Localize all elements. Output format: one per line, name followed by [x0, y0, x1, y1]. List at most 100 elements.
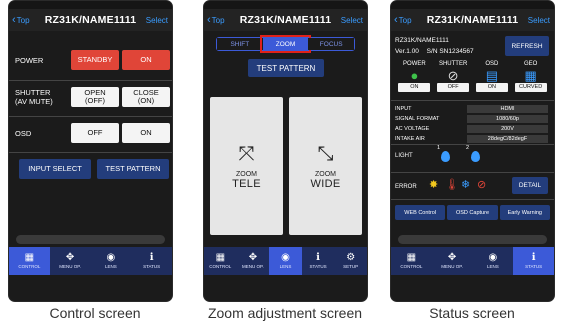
chevron-left-icon: ‹ — [394, 13, 398, 26]
test-pattern-button[interactable]: TEST PATTERN — [248, 59, 324, 77]
geometry-icon: ▦ — [524, 68, 537, 83]
tab-lens[interactable]: ◉ LENS — [269, 247, 302, 275]
chevron-left-icon: ‹ — [207, 13, 211, 26]
tab-label: STATUS — [525, 264, 543, 269]
control-screen-phone: ‹ Top RZ31K/NAME1111 Select POWER STANDB… — [8, 0, 173, 302]
tab-bar: ▦ CONTROL ✥ MENU OP. ◉ LENS ℹ STATUS ⚙ S… — [204, 247, 367, 275]
tab-label: SETUP — [343, 264, 359, 269]
grid-icon: ▦ — [215, 252, 226, 263]
zoom-in-icon: ⤧ — [238, 142, 255, 165]
info-row-signal: SIGNAL FORMAT 1080/60p — [391, 114, 554, 123]
info-value: HDMI — [467, 104, 548, 113]
tab-focus[interactable]: FOCUS — [308, 38, 355, 50]
back-button[interactable]: ‹ Top — [12, 13, 30, 26]
osd-status-value: ON — [475, 83, 508, 92]
light-1-drop-icon — [441, 151, 450, 162]
test-pattern-button[interactable]: TEST PATTERN — [97, 159, 169, 179]
divider — [9, 116, 172, 117]
divider — [391, 100, 554, 101]
dpad-icon: ✥ — [65, 252, 75, 263]
status-body: RZ31K/NAME1111 Ver.1.00 S/N SN1234567 RE… — [391, 31, 554, 275]
back-label: Top — [211, 15, 225, 25]
input-select-button[interactable]: INPUT SELECT — [19, 159, 91, 179]
refresh-button[interactable]: REFRESH — [505, 36, 549, 56]
tab-status[interactable]: ℹ STATUS — [131, 247, 172, 275]
standby-button[interactable]: STANDBY — [71, 50, 119, 70]
osd-off-button[interactable]: OFF — [71, 123, 119, 143]
light-1-number: 1 — [437, 145, 441, 151]
tab-label: CONTROL — [209, 264, 232, 269]
power-status: POWER ● ON — [398, 60, 431, 96]
zoom-tele-button[interactable]: ⤧ ZOOM TELE — [210, 97, 283, 235]
device-name: RZ31K/NAME1111 — [395, 37, 449, 44]
grid-icon: ▦ — [406, 252, 417, 263]
light-2-drop-icon — [471, 151, 480, 162]
tab-label: STATUS — [309, 264, 327, 269]
scroll-indicator[interactable] — [398, 235, 547, 244]
status-indicators: POWER ● ON SHUTTER ⊘ OFF OSD ▤ ON GEO ▦ … — [391, 60, 554, 96]
status-screen-phone: ‹ Top RZ31K/NAME1111 Select RZ31K/NAME11… — [390, 0, 555, 302]
info-value: 1080/60p — [467, 114, 548, 123]
info-key: INPUT — [395, 105, 412, 112]
zoom-wide-button[interactable]: ⤡ ZOOM WIDE — [289, 97, 362, 235]
tab-menu-op[interactable]: ✥ MENU OP. — [50, 247, 91, 275]
tab-shift[interactable]: SHIFT — [217, 38, 263, 50]
shutter-label: SHUTTER (AV MUTE) — [15, 88, 53, 106]
dpad-icon: ✥ — [248, 252, 258, 263]
shutter-status-value: OFF — [437, 83, 470, 92]
caption-control: Control screen — [49, 305, 141, 321]
osd-capture-button[interactable]: OSD Capture — [447, 205, 498, 220]
early-warning-button[interactable]: Early Warning — [499, 205, 550, 220]
zoom-screen-phone: ‹ Top RZ31K/NAME1111 Select SHIFT ZOOM F… — [203, 0, 368, 302]
status-bar — [204, 1, 367, 9]
status-bar — [391, 1, 554, 9]
tab-status[interactable]: ℹ STATUS — [302, 247, 335, 275]
divider — [9, 80, 172, 81]
power-on-button[interactable]: ON — [122, 50, 170, 70]
osd-status-title: OSD — [485, 61, 499, 67]
shutter-status: SHUTTER ⊘ OFF — [437, 60, 470, 96]
osd-on-button[interactable]: ON — [122, 123, 170, 143]
tab-menu-op[interactable]: ✥ MENU OP. — [432, 247, 473, 275]
chevron-left-icon: ‹ — [12, 13, 16, 26]
back-label: Top — [16, 15, 30, 25]
prohibited-icon: ⊘ — [477, 179, 487, 191]
info-key: AC VOLTAGE — [395, 125, 430, 132]
tab-lens[interactable]: ◉ LENS — [473, 247, 514, 275]
light-label: LIGHT — [395, 153, 413, 159]
web-control-button[interactable]: WEB Control — [395, 205, 446, 220]
tab-lens[interactable]: ◉ LENS — [91, 247, 132, 275]
tab-menu-op[interactable]: ✥ MENU OP. — [237, 247, 270, 275]
error-label: ERROR — [395, 184, 417, 190]
shutter-open-button[interactable]: OPEN (OFF) — [71, 87, 119, 107]
info-icon: ℹ — [531, 252, 536, 263]
tab-control[interactable]: ▦ CONTROL — [391, 247, 432, 275]
tab-status[interactable]: ℹ STATUS — [513, 247, 554, 275]
back-button[interactable]: ‹ Top — [394, 13, 412, 26]
divider — [391, 144, 554, 145]
scroll-indicator[interactable] — [16, 235, 165, 244]
select-button[interactable]: Select — [528, 16, 550, 25]
info-icon: ℹ — [316, 252, 320, 263]
tab-label: STATUS — [143, 264, 161, 269]
shutter-close-button[interactable]: CLOSE (ON) — [122, 87, 170, 107]
lens-icon: ◉ — [488, 252, 498, 263]
status-actions: WEB Control OSD Capture Early Warning — [395, 205, 550, 220]
tab-control[interactable]: ▦ CONTROL — [9, 247, 50, 275]
tab-control[interactable]: ▦ CONTROL — [204, 247, 237, 275]
tab-zoom[interactable]: ZOOM — [259, 35, 312, 53]
divider — [391, 172, 554, 173]
select-button[interactable]: Select — [341, 16, 363, 25]
detail-button[interactable]: DETAIL — [512, 177, 548, 194]
zoom-body: SHIFT ZOOM FOCUS TEST PATTERN ⤧ ZOOM TEL… — [204, 31, 367, 275]
select-button[interactable]: Select — [146, 16, 168, 25]
caption-status: Status screen — [429, 305, 515, 321]
tab-setup[interactable]: ⚙ SETUP — [334, 247, 367, 275]
serial-number: S/N SN1234567 — [426, 48, 474, 55]
back-button[interactable]: ‹ Top — [207, 13, 225, 26]
grid-icon: ▦ — [24, 252, 35, 263]
zoom-out-icon: ⤡ — [317, 142, 334, 165]
lens-icon: ◉ — [281, 252, 290, 263]
tab-label: LENS — [104, 264, 117, 269]
tab-label: CONTROL — [18, 264, 41, 269]
